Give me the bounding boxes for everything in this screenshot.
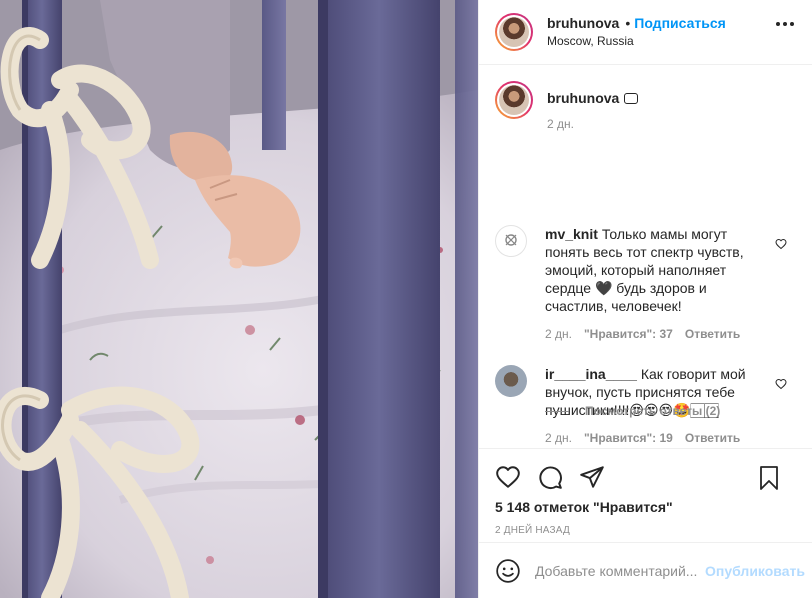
- bookmark-icon[interactable]: [757, 465, 781, 491]
- comment-time[interactable]: 2 дн.: [545, 431, 572, 445]
- comment-icon[interactable]: [537, 464, 563, 490]
- more-icon[interactable]: [776, 22, 794, 26]
- caption-username[interactable]: bruhunova: [547, 90, 619, 106]
- post-header: bruhunova • Подписаться Moscow, Russia: [479, 0, 812, 65]
- comment-item: mv_knit Только мамы могут понять весь тот…: [495, 225, 797, 341]
- share-icon[interactable]: [579, 464, 605, 490]
- view-replies-label: Посмотреть ответы (2): [585, 404, 721, 418]
- comment-username[interactable]: ir____ina____: [545, 366, 637, 382]
- follow-button[interactable]: Подписаться: [634, 15, 726, 31]
- comment-likes[interactable]: "Нравится": 37: [584, 327, 673, 341]
- comment-username[interactable]: mv_knit: [545, 226, 598, 242]
- post-actions: 5 148 отметок "Нравится" 2 дней назад: [479, 448, 812, 536]
- picture-frame-emoji-icon: [624, 92, 639, 104]
- author-username[interactable]: bruhunova: [547, 15, 619, 31]
- comment-time[interactable]: 2 дн.: [545, 327, 572, 341]
- baby-in-crib-photo: [0, 0, 478, 598]
- post-photo[interactable]: [0, 0, 478, 598]
- comments-section[interactable]: bruhunova 2 дн. mv_knit Только мамы могут…: [479, 65, 812, 448]
- comment-heart-icon[interactable]: [775, 377, 787, 393]
- author-avatar[interactable]: [495, 13, 533, 51]
- comment-heart-icon[interactable]: [775, 237, 787, 253]
- emoji-icon[interactable]: [495, 558, 521, 584]
- reply-button[interactable]: Ответить: [685, 431, 740, 445]
- caption-author-avatar[interactable]: [495, 81, 533, 119]
- header-separator: •: [625, 15, 631, 31]
- heart-icon[interactable]: [495, 464, 521, 490]
- caption-time[interactable]: 2 дн.: [547, 117, 796, 131]
- reply-button[interactable]: Ответить: [685, 327, 740, 341]
- comment-likes[interactable]: "Нравится": 19: [584, 431, 673, 445]
- post-side-panel: bruhunova • Подписаться Moscow, Russia bru…: [478, 0, 812, 598]
- replies-divider: [545, 410, 569, 412]
- likes-count[interactable]: 5 148 отметок "Нравится": [495, 499, 797, 515]
- post-date[interactable]: 2 дней назад: [495, 525, 797, 536]
- caption: bruhunova: [495, 81, 796, 119]
- add-comment-bar: Опубликовать: [479, 542, 812, 598]
- post-location[interactable]: Moscow, Russia: [547, 32, 726, 50]
- commenter-avatar[interactable]: [495, 225, 527, 257]
- comment-input[interactable]: [535, 562, 705, 579]
- publish-button[interactable]: Опубликовать: [705, 563, 805, 579]
- view-replies-button[interactable]: Посмотреть ответы (2): [545, 404, 720, 418]
- commenter-avatar[interactable]: [495, 365, 527, 397]
